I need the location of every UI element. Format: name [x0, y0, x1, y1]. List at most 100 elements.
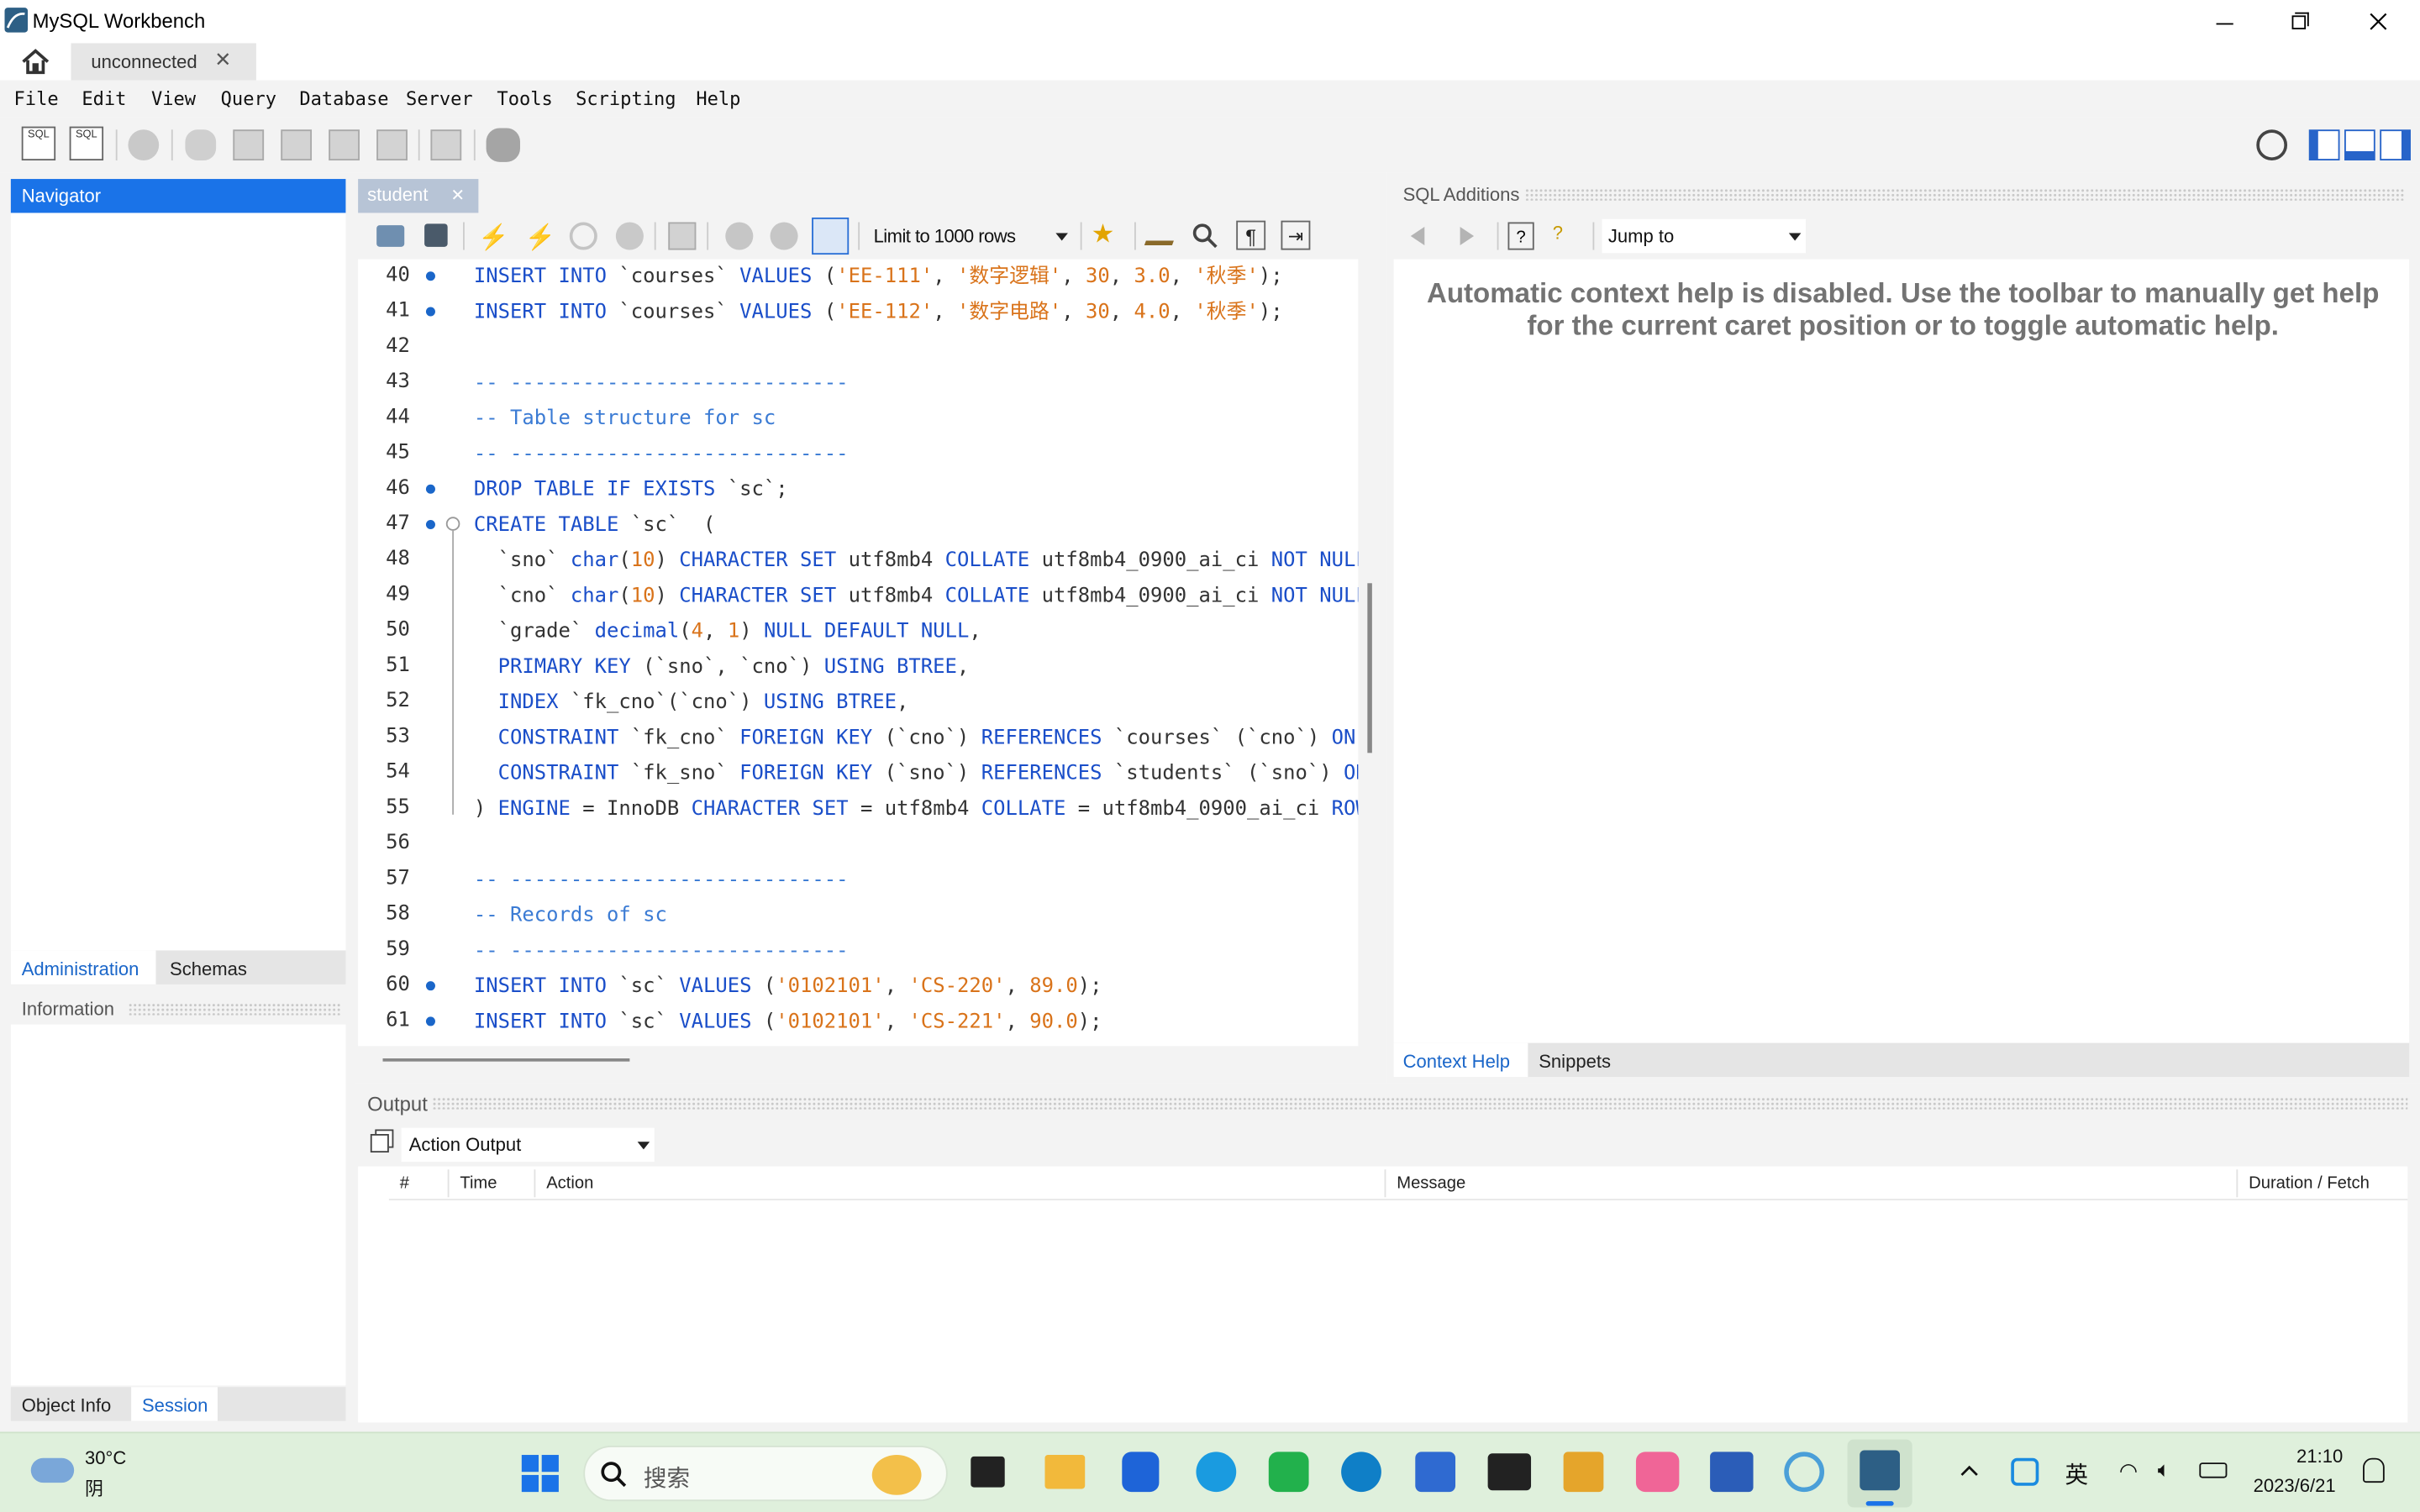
store-icon[interactable]	[1415, 1452, 1456, 1493]
weather-widget[interactable]: 30°C 阴	[28, 1446, 166, 1504]
find-icon[interactable]	[1192, 222, 1219, 249]
jump-to-select[interactable]: Jump to	[1602, 218, 1806, 254]
column-header-duration[interactable]: Duration / Fetch	[2249, 1174, 2370, 1193]
invisible-chars-icon[interactable]: ¶	[1236, 220, 1266, 250]
tab-schemas[interactable]: Schemas	[170, 958, 247, 980]
code-token: -- Table structure for sc	[473, 407, 776, 431]
open-sql-script-icon[interactable]: SQL	[69, 126, 104, 161]
limit-rows-select[interactable]: Limit to 1000 rows	[867, 219, 1071, 253]
create-view-icon[interactable]	[281, 129, 313, 161]
tab-context-help[interactable]: Context Help	[1393, 1042, 1528, 1078]
bilibili-icon[interactable]	[1635, 1452, 1680, 1493]
vertical-scrollbar[interactable]	[1367, 583, 1372, 753]
execute-icon[interactable]: ⚡	[478, 222, 509, 251]
wrap-lines-icon[interactable]: ⇥	[1281, 220, 1311, 250]
ime-indicator[interactable]: 英	[2065, 1458, 2089, 1491]
fold-toggle-icon[interactable]	[445, 517, 460, 531]
close-tab-icon[interactable]: ✕	[214, 48, 231, 72]
autocommit-icon[interactable]	[812, 217, 850, 255]
preferences-icon[interactable]	[2256, 129, 2288, 161]
menu-query[interactable]: Query	[221, 88, 276, 110]
tray-app-icon[interactable]	[2011, 1457, 2039, 1486]
notifications-icon[interactable]	[2363, 1457, 2385, 1483]
edge-icon[interactable]	[1196, 1452, 1237, 1493]
new-sql-tab-icon[interactable]: SQL	[21, 126, 56, 161]
open-file-icon[interactable]	[376, 225, 405, 247]
menu-scripting[interactable]: Scripting	[576, 88, 676, 110]
menu-view[interactable]: View	[151, 88, 196, 110]
terminal-icon[interactable]	[1487, 1453, 1532, 1491]
file-explorer-icon[interactable]	[1044, 1455, 1086, 1489]
code-token: NOT NULL	[1270, 585, 1359, 608]
column-header-time[interactable]: Time	[460, 1174, 497, 1193]
horizontal-scrollbar[interactable]	[382, 1058, 630, 1062]
tab-administration[interactable]: Administration	[10, 950, 156, 984]
add-snippet-icon[interactable]: ★	[1092, 219, 1115, 250]
menu-database[interactable]: Database	[299, 88, 388, 110]
close-editor-tab-icon[interactable]: ✕	[450, 185, 465, 205]
home-button[interactable]	[15, 45, 55, 78]
execute-current-icon[interactable]: ⚡	[524, 222, 555, 251]
volume-icon[interactable]: 🔈︎	[2158, 1457, 2170, 1483]
minimize-button[interactable]	[2191, 0, 2256, 43]
manual-help-icon[interactable]: ?	[1507, 222, 1534, 250]
back-icon[interactable]	[1410, 227, 1426, 246]
reconnect-icon[interactable]	[486, 128, 520, 162]
tab-object-info[interactable]: Object Info	[22, 1394, 112, 1416]
menu-server[interactable]: Server	[406, 88, 473, 110]
connection-tab[interactable]: unconnected ✕	[71, 43, 256, 81]
save-file-icon[interactable]	[424, 223, 448, 247]
archive-icon[interactable]	[1563, 1452, 1604, 1493]
column-header-action[interactable]: Action	[546, 1174, 593, 1193]
code-token: -- ----------------------------	[473, 869, 849, 892]
menu-file[interactable]: File	[14, 88, 59, 110]
create-procedure-icon[interactable]	[329, 129, 360, 161]
mysql-workbench-taskbar-icon[interactable]	[1847, 1439, 1912, 1508]
create-function-icon[interactable]	[376, 129, 408, 161]
start-button[interactable]	[520, 1453, 560, 1494]
search-table-data-icon[interactable]	[430, 129, 462, 161]
menu-help[interactable]: Help	[696, 88, 740, 110]
code-editor[interactable]: 40 41 42 43 44 45 46 47 48 49 50 51 52 53 54 55 56 57 58 59…	[358, 259, 1359, 1047]
clock-date[interactable]: 2023/6/21	[2254, 1475, 2336, 1497]
taskbar-search[interactable]: 搜索	[583, 1446, 948, 1502]
tab-snippets[interactable]: Snippets	[1539, 1051, 1611, 1073]
show-hidden-icons-icon[interactable]	[1960, 1464, 1979, 1477]
create-schema-icon[interactable]	[185, 129, 217, 161]
chrome-like-icon[interactable]	[1784, 1452, 1825, 1493]
toggle-continue-icon[interactable]	[668, 222, 697, 250]
edge-browser-icon[interactable]	[1341, 1452, 1381, 1493]
toggle-output-icon[interactable]	[2344, 129, 2375, 161]
word-icon[interactable]	[1710, 1452, 1754, 1493]
column-header-message[interactable]: Message	[1397, 1174, 1465, 1193]
toggle-secondary-sidebar-icon[interactable]	[2380, 129, 2411, 161]
app-icon-blue[interactable]	[1122, 1452, 1160, 1493]
stop-icon[interactable]	[615, 222, 644, 250]
column-header-number[interactable]: #	[400, 1174, 409, 1193]
tab-session[interactable]: Session	[131, 1387, 218, 1421]
wechat-icon[interactable]	[1268, 1452, 1309, 1493]
auto-help-icon[interactable]: ?	[1553, 222, 1579, 249]
wifi-icon[interactable]: ◠	[2119, 1458, 2147, 1483]
forward-icon[interactable]	[1460, 227, 1476, 246]
close-window-button[interactable]	[2346, 0, 2411, 43]
tab-administration-label: Administration	[21, 958, 139, 980]
inspector-icon[interactable]	[128, 129, 160, 161]
explain-icon[interactable]	[569, 222, 597, 250]
toggle-sidebar-icon[interactable]	[2308, 129, 2340, 161]
restore-button[interactable]	[2269, 0, 2333, 43]
code-token: ENGINE	[497, 797, 583, 822]
menu-edit[interactable]: Edit	[82, 88, 126, 110]
battery-icon[interactable]	[2199, 1462, 2228, 1478]
menu-tools[interactable]: Tools	[497, 88, 552, 110]
copy-output-icon[interactable]	[370, 1134, 389, 1153]
editor-tab[interactable]: student ✕	[358, 179, 479, 213]
taskbar: 30°C 阴 搜索 英 ◠ 🔈︎ 21:10 2023/6/21	[0, 1431, 2420, 1512]
commit-icon[interactable]	[725, 222, 754, 250]
create-table-icon[interactable]	[233, 129, 265, 161]
beautify-icon[interactable]	[1144, 223, 1181, 246]
rollback-icon[interactable]	[770, 222, 798, 250]
task-view-icon[interactable]	[971, 1456, 1005, 1488]
clock-time[interactable]: 21:10	[2296, 1446, 2343, 1467]
output-type-select[interactable]: Action Output	[401, 1127, 655, 1163]
